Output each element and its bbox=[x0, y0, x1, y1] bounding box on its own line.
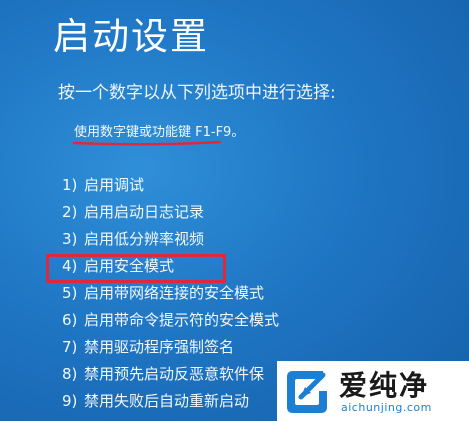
hint-underline-annotation bbox=[73, 140, 221, 146]
option-number: 1) bbox=[62, 176, 78, 194]
option-enable-low-resolution-video[interactable]: 3) 启用低分辨率视频 bbox=[62, 226, 279, 253]
site-watermark: 爱纯净 aichunjing.com bbox=[277, 361, 469, 421]
option-label: 禁用预先启动反恶意软件保 bbox=[84, 365, 265, 383]
page-title: 启动设置 bbox=[53, 15, 209, 58]
option-enable-debugging[interactable]: 1) 启用调试 bbox=[62, 172, 279, 199]
option-number: 3) bbox=[62, 230, 78, 248]
watermark-brand: 爱纯净 bbox=[339, 369, 430, 402]
watermark-url: aichunjing.com bbox=[341, 401, 432, 414]
safe-mode-highlight-annotation bbox=[46, 254, 226, 283]
option-label: 启用调试 bbox=[84, 176, 145, 194]
aichunjing-logo-icon bbox=[287, 371, 327, 413]
option-safe-mode-networking[interactable]: 5) 启用带网络连接的安全模式 bbox=[62, 280, 279, 307]
option-enable-boot-logging[interactable]: 2) 启用启动日志记录 bbox=[62, 199, 279, 226]
option-label: 启用启动日志记录 bbox=[84, 203, 205, 221]
option-number: 2) bbox=[62, 203, 78, 221]
startup-settings-screen: 启动设置 按一个数字以从下列选项中进行选择: 使用数字键或功能键 F1-F9。 … bbox=[0, 0, 469, 421]
option-number: 8) bbox=[62, 365, 78, 383]
option-disable-driver-signature-enforcement[interactable]: 7) 禁用驱动程序强制签名 bbox=[62, 334, 279, 361]
option-number: 9) bbox=[62, 392, 78, 410]
option-label: 启用带命令提示符的安全模式 bbox=[84, 311, 280, 329]
option-label: 禁用失败后自动重新启动 bbox=[84, 392, 250, 410]
option-disable-auto-restart-after-failure[interactable]: 9) 禁用失败后自动重新启动 bbox=[62, 388, 279, 415]
option-safe-mode-command-prompt[interactable]: 6) 启用带命令提示符的安全模式 bbox=[62, 307, 279, 334]
startup-options-list: 1) 启用调试 2) 启用启动日志记录 3) 启用低分辨率视频 4) 启用安全模式 5)… bbox=[62, 172, 279, 415]
option-label: 启用低分辨率视频 bbox=[84, 230, 205, 248]
option-disable-early-launch-antimalware[interactable]: 8) 禁用预先启动反恶意软件保 bbox=[62, 361, 279, 388]
option-label: 启用带网络连接的安全模式 bbox=[84, 284, 265, 302]
key-hint: 使用数字键或功能键 F1-F9。 bbox=[74, 125, 245, 140]
option-number: 5) bbox=[62, 284, 78, 302]
option-label: 禁用驱动程序强制签名 bbox=[84, 338, 235, 356]
option-number: 7) bbox=[62, 338, 78, 356]
option-number: 6) bbox=[62, 311, 78, 329]
selection-prompt: 按一个数字以从下列选项中进行选择: bbox=[58, 83, 336, 103]
